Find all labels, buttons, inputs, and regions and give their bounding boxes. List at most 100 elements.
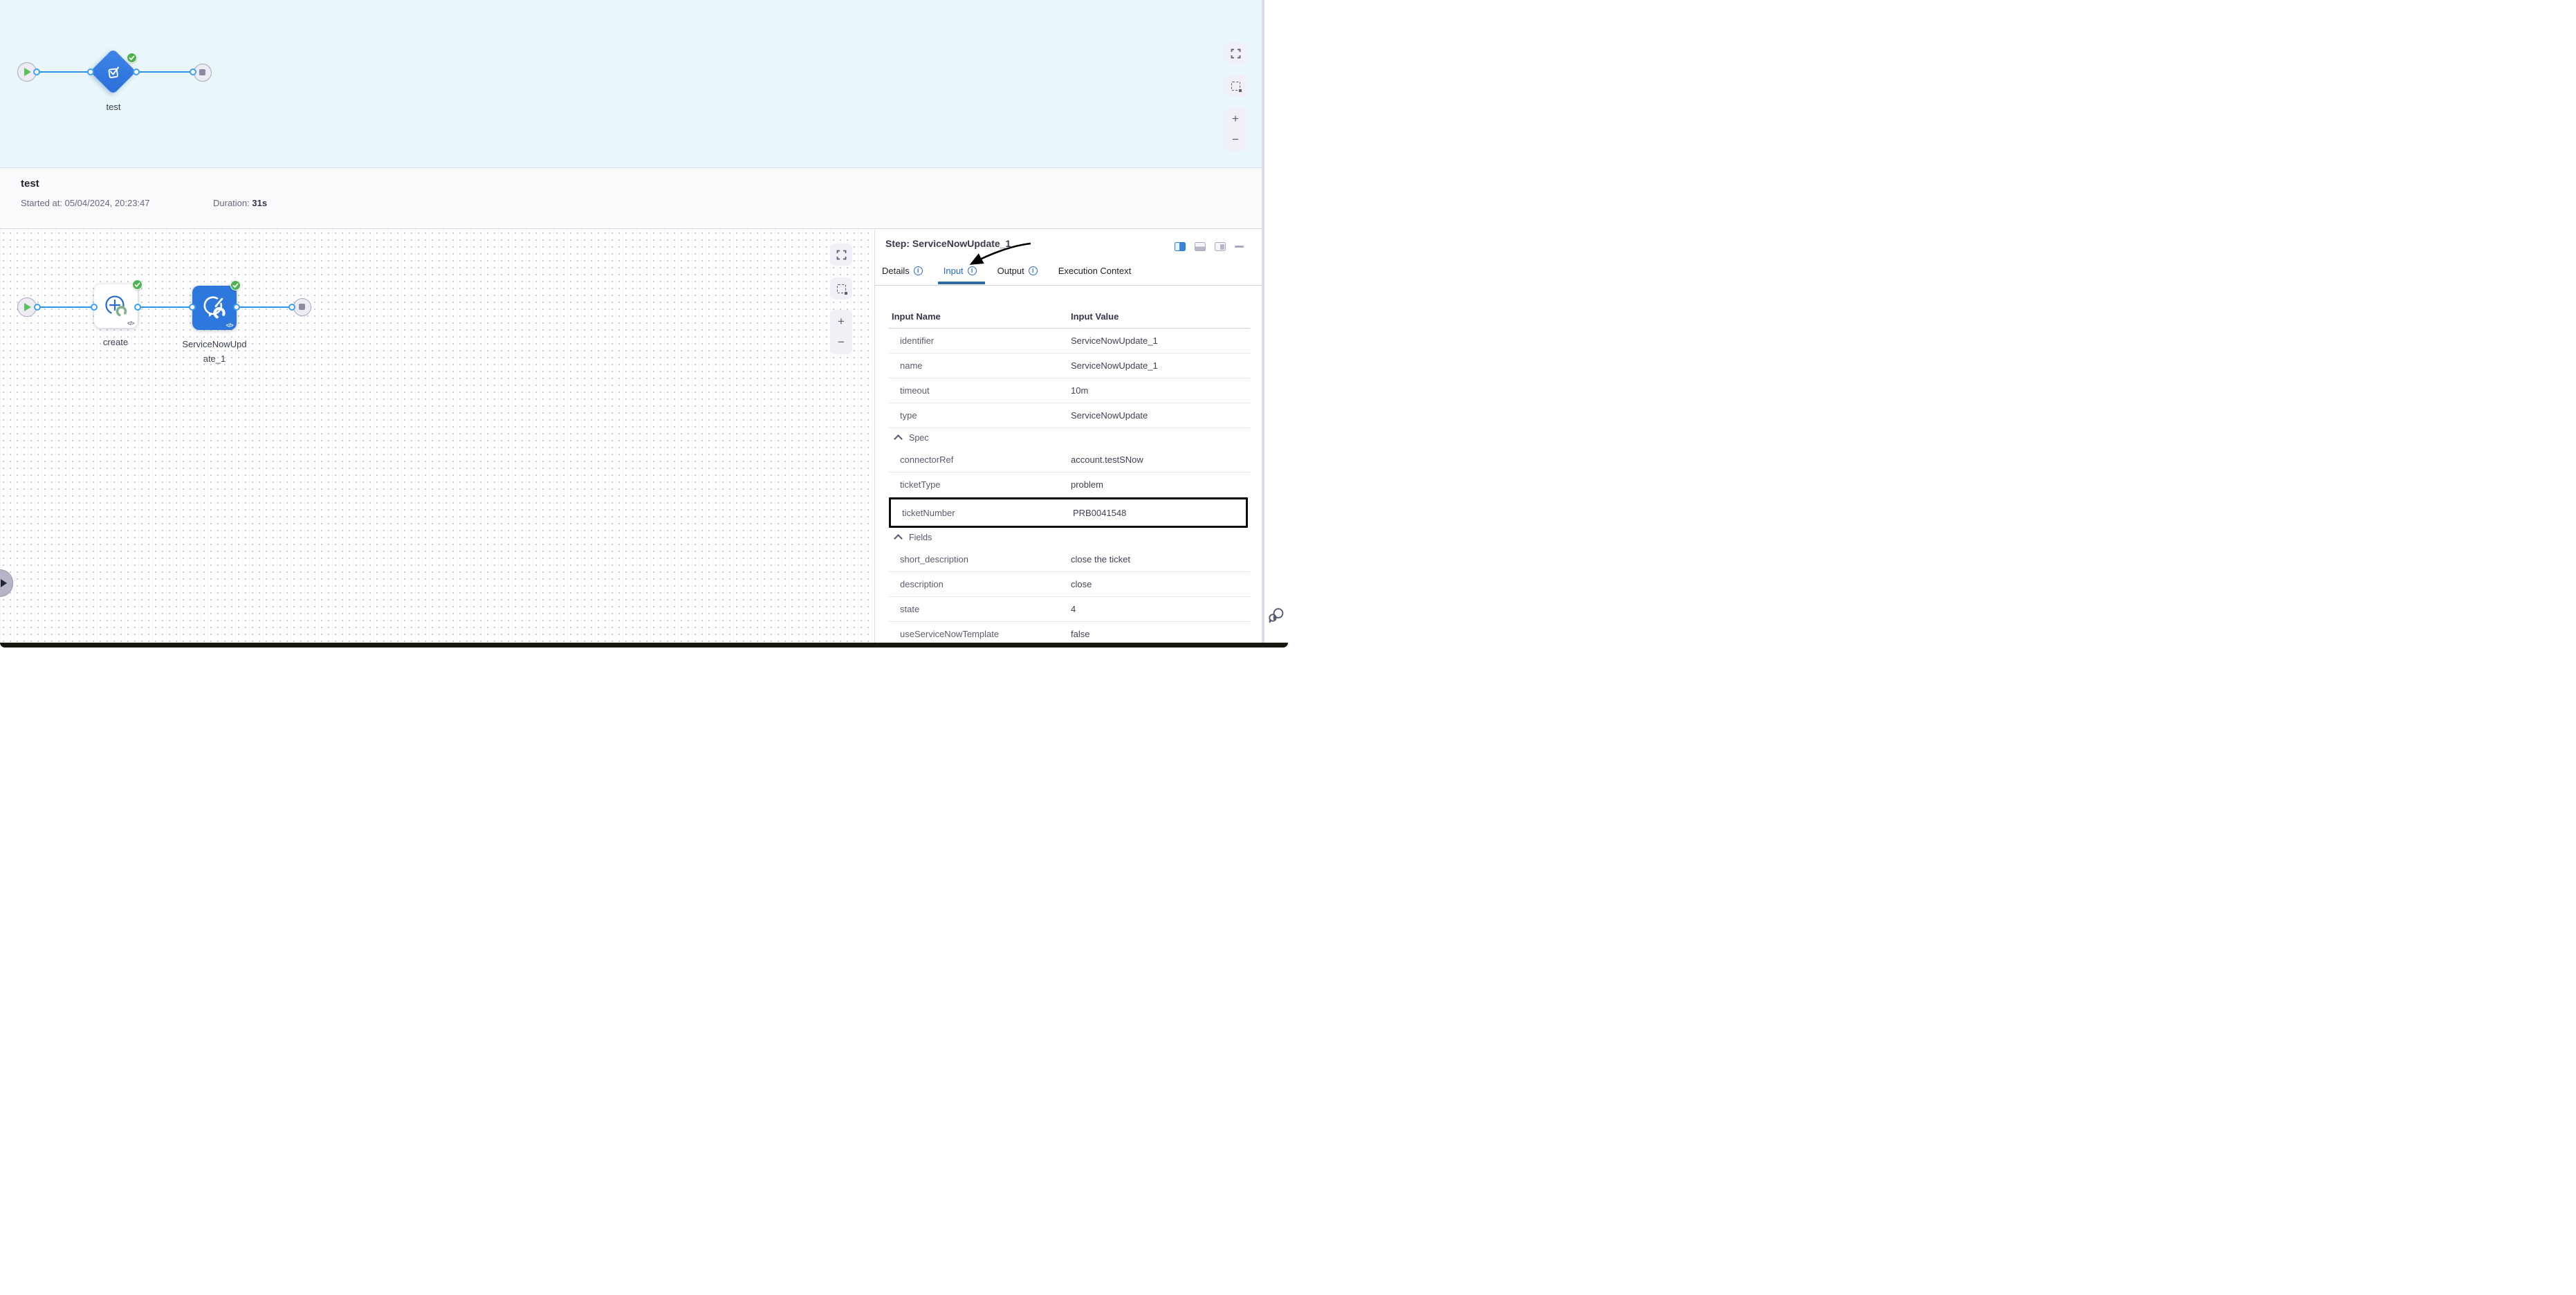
- minimize-icon[interactable]: [1235, 246, 1244, 248]
- input-name: useServiceNowTemplate: [900, 629, 999, 639]
- desktop-edge: [0, 643, 1288, 648]
- connector-port: [91, 304, 98, 311]
- input-name: ticketType: [900, 479, 941, 490]
- connector-port: [133, 68, 140, 75]
- connector-port: [189, 304, 196, 311]
- input-row-description: descriptionclose: [889, 572, 1250, 597]
- play-icon: [24, 303, 31, 311]
- input-row-name: name ServiceNowUpdate_1: [889, 353, 1250, 378]
- tab-execution-context[interactable]: Execution Context: [1057, 264, 1133, 284]
- table-header: Input Name Input Value: [889, 304, 1250, 329]
- input-value: PRB0041548: [1073, 508, 1126, 518]
- input-name: connectorRef: [900, 454, 953, 465]
- input-name: identifier: [900, 336, 934, 346]
- input-row-ticketType: ticketTypeproblem: [889, 472, 1250, 497]
- input-row-timeout: timeout 10m: [889, 378, 1250, 403]
- zoom-out-button[interactable]: −: [830, 333, 852, 351]
- section-header-spec[interactable]: Spec: [889, 428, 1250, 448]
- zoom-in-button[interactable]: +: [830, 313, 852, 331]
- split-view-right-icon[interactable]: [1215, 242, 1226, 251]
- success-check-icon: [230, 280, 241, 291]
- split-view-left-icon[interactable]: [1175, 242, 1186, 251]
- input-name: timeout: [900, 385, 930, 396]
- tab-label: Input: [944, 266, 964, 276]
- section-label: Spec: [909, 433, 929, 443]
- servicenow-logo-badge: [213, 307, 226, 320]
- stage-graph-canvas[interactable]: test + −: [0, 0, 1262, 168]
- code-icon: </>: [127, 320, 134, 327]
- stop-icon: [299, 304, 305, 310]
- duration: Duration: 31s: [213, 198, 267, 208]
- fullscreen-icon: [1231, 48, 1241, 59]
- chevron-up-icon: [894, 434, 903, 443]
- panel-layout-toggles: [1175, 242, 1244, 251]
- step-edge: [237, 306, 293, 308]
- step-node-servicenowupdate-1[interactable]: </>: [192, 286, 237, 330]
- duration-label: Duration:: [213, 198, 250, 208]
- connector-port: [87, 68, 94, 75]
- annotation-arrow: [964, 239, 1036, 273]
- input-value: 10m: [1071, 385, 1088, 396]
- started-at: Started at: 05/04/2024, 20:23:47: [21, 198, 150, 208]
- chat-bubbles-icon[interactable]: [1267, 606, 1285, 624]
- connector-port: [233, 304, 240, 311]
- input-value: ServiceNowUpdate_1: [1071, 360, 1158, 371]
- tabs-divider: [875, 285, 1262, 286]
- stage-edge: [37, 71, 91, 73]
- input-value: ServiceNowUpdate_1: [1071, 336, 1158, 346]
- stage-edge: [136, 71, 193, 73]
- tab-details[interactable]: Details i: [881, 264, 924, 284]
- connector-port: [33, 68, 40, 75]
- input-value: close the ticket: [1071, 554, 1130, 564]
- input-name: ticketNumber: [902, 508, 955, 518]
- connector-port: [190, 68, 196, 75]
- expand-arrow-icon: [1, 579, 7, 587]
- connector-port: [134, 304, 141, 311]
- info-icon[interactable]: i: [914, 266, 923, 275]
- execution-summary-bar: test Started at: 05/04/2024, 20:23:47 Du…: [0, 169, 1262, 229]
- marquee-icon: [1231, 82, 1240, 91]
- marquee-select-button[interactable]: [1224, 75, 1246, 97]
- input-row-short_description: short_description close the ticket: [889, 547, 1250, 572]
- right-gutter: [1264, 0, 1288, 648]
- fullscreen-button[interactable]: [1224, 42, 1246, 64]
- input-row-identifier: identifier ServiceNowUpdate_1: [889, 329, 1250, 353]
- section-label: Fields: [909, 533, 932, 542]
- started-at-value: 05/04/2024, 20:23:47: [65, 198, 150, 208]
- input-value: 4: [1071, 604, 1076, 614]
- approval-stage-icon: [97, 55, 129, 88]
- step-end-node[interactable]: [293, 298, 311, 316]
- pipeline-execution-page: test + − test Started at: 05/04/2024, 20…: [0, 0, 1288, 648]
- step-edge: [37, 306, 94, 308]
- marquee-icon: [837, 284, 846, 293]
- input-rows: identifierServiceNowUpdate_1nameServiceN…: [889, 329, 1250, 647]
- input-value: account.testSNow: [1071, 454, 1143, 465]
- stage-node-label: test: [93, 102, 134, 112]
- inputs-table: Input Name Input Value identifier Service…: [889, 304, 1250, 647]
- input-row-type: typeServiceNowUpdate: [889, 403, 1250, 428]
- tab-label: Execution Context: [1058, 266, 1132, 276]
- marquee-select-button[interactable]: [830, 277, 852, 300]
- input-name: state: [900, 604, 919, 614]
- col-input-value: Input Value: [1071, 311, 1119, 322]
- step-node-create[interactable]: </>: [94, 284, 138, 328]
- input-row-ticketNumber: ticketNumber PRB0041548: [889, 497, 1248, 528]
- input-value: false: [1071, 629, 1089, 639]
- zoom-in-button[interactable]: +: [1224, 110, 1246, 128]
- servicenow-logo-badge: [116, 305, 127, 316]
- zoom-controls: + −: [1224, 107, 1246, 151]
- zoom-out-button[interactable]: −: [1224, 131, 1246, 149]
- input-row-connectorRef: connectorRef account.testSNow: [889, 448, 1250, 472]
- fullscreen-button[interactable]: [830, 244, 852, 266]
- input-name: name: [900, 360, 923, 371]
- tab-label: Details: [882, 266, 910, 276]
- step-graph-canvas[interactable]: </> </>: [0, 230, 874, 648]
- split-view-bottom-icon[interactable]: [1195, 242, 1206, 251]
- input-name: short_description: [900, 554, 968, 564]
- step-node-label: ServiceNowUpdate_1: [181, 337, 248, 367]
- success-check-icon: [132, 279, 142, 290]
- section-header-fields[interactable]: Fields: [889, 528, 1250, 547]
- input-name: description: [900, 579, 944, 589]
- step-node-label: create: [84, 337, 147, 347]
- step-edge: [138, 306, 192, 308]
